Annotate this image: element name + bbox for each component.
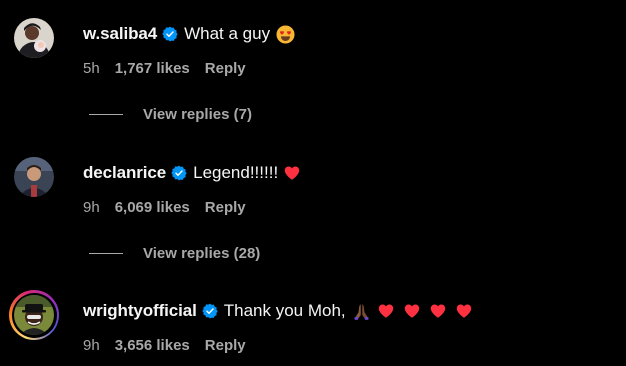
avatar-image (14, 18, 54, 58)
comment-meta: 9h 6,069 likes Reply (83, 199, 246, 216)
comment-item: w.saliba4 What a guy 5h 1,767 likes Repl… (12, 18, 612, 88)
verified-badge-icon (171, 165, 187, 181)
view-replies-button[interactable]: View replies (7) (89, 106, 252, 123)
avatar-image (14, 157, 54, 197)
red-heart-icon (378, 304, 393, 318)
reply-button[interactable]: Reply (205, 60, 246, 77)
comment-text: Legend!!!!!! (193, 163, 279, 182)
comment-header: w.saliba4 What a guy (83, 22, 295, 46)
comment-likes[interactable]: 3,656 likes (115, 337, 190, 354)
reply-button[interactable]: Reply (205, 199, 246, 216)
comment-username[interactable]: declanrice (83, 163, 166, 183)
comment-likes[interactable]: 1,767 likes (115, 60, 190, 77)
folded-hands-icon (354, 303, 369, 320)
comment-username[interactable]: wrightyofficial (83, 301, 197, 321)
story-ring (11, 292, 57, 338)
comment-meta: 5h 1,767 likes Reply (83, 60, 246, 77)
red-heart-icon (404, 304, 419, 318)
comment-item: declanrice Legend!!!!!! 9h 6,069 likes R… (12, 157, 612, 227)
verified-badge-icon (202, 303, 218, 319)
comment-time: 9h (83, 337, 100, 354)
comment-likes[interactable]: 6,069 likes (115, 199, 190, 216)
red-heart-icon (284, 166, 300, 180)
comment-time: 9h (83, 199, 100, 216)
divider-line (89, 114, 123, 115)
view-replies-label: View replies (7) (143, 106, 252, 123)
avatar-image (14, 295, 54, 335)
comment-time: 5h (83, 60, 100, 77)
red-heart-icon (456, 304, 471, 318)
comment-text: What a guy (184, 24, 271, 43)
comment-header: declanrice Legend!!!!!! (83, 161, 301, 185)
avatar-with-story-ring[interactable] (9, 290, 59, 340)
comment-item: wrightyofficial Thank you Moh, 9h 3,656 … (9, 290, 612, 365)
avatar[interactable] (14, 157, 54, 197)
comment-meta: 9h 3,656 likes Reply (83, 337, 246, 354)
divider-line (89, 253, 123, 254)
avatar[interactable] (14, 18, 54, 58)
view-replies-button[interactable]: View replies (28) (89, 245, 260, 262)
verified-badge-icon (162, 26, 178, 42)
smiling-face-with-heart-eyes-icon (276, 24, 295, 44)
view-replies-label: View replies (28) (143, 245, 261, 262)
comment-username[interactable]: w.saliba4 (83, 24, 157, 44)
comment-header: wrightyofficial Thank you Moh, (83, 299, 473, 323)
reply-button[interactable]: Reply (205, 337, 246, 354)
red-heart-icon (430, 304, 445, 318)
comment-text: Thank you Moh, (223, 301, 346, 320)
